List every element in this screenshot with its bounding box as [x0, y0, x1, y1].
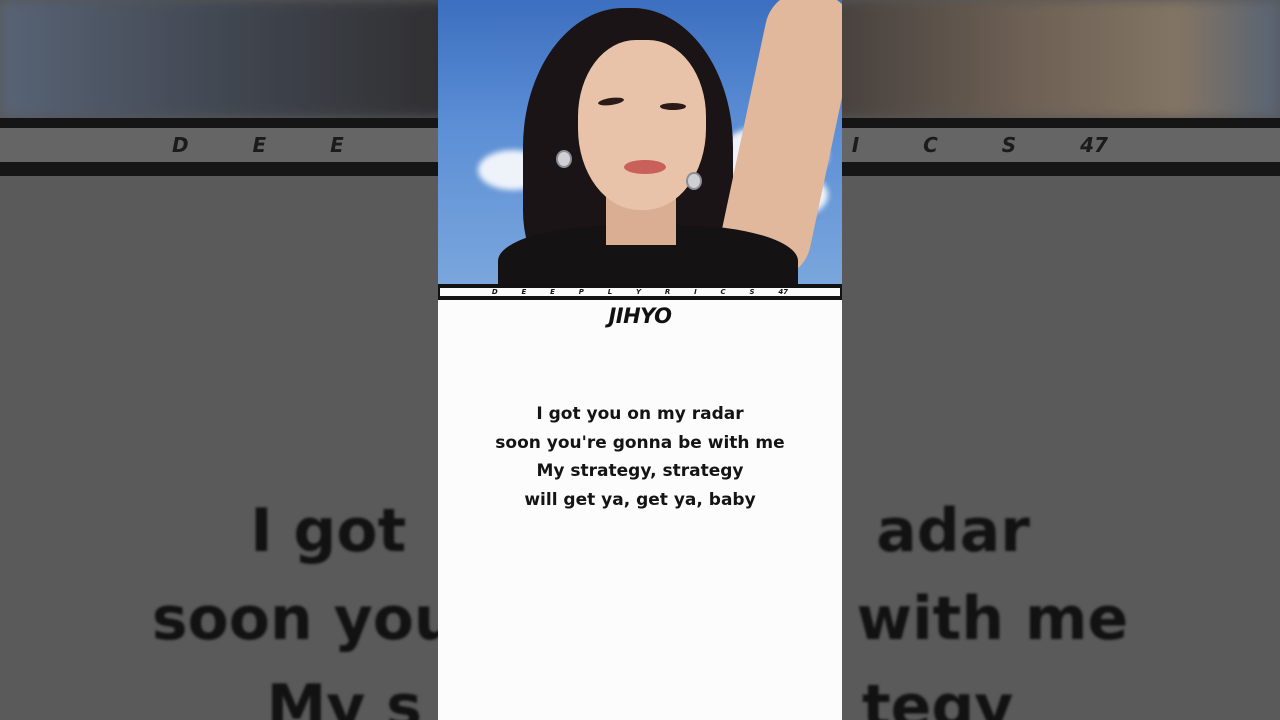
band-letter: 47 [778, 288, 789, 296]
singer-name: JIHYO [608, 304, 672, 328]
band-letter: P [578, 288, 584, 296]
singer-photo [438, 0, 842, 284]
channel-band-text: D E E P L Y R I C S 47 [440, 288, 840, 296]
lyric-line: My strategy, strategy [536, 461, 744, 481]
band-letter: Y [635, 288, 642, 296]
band-letter: C [720, 288, 726, 296]
band-letter: I [694, 288, 697, 296]
lyrics-block: I got you on my radar soon you're gonna … [438, 400, 842, 514]
band-letter: D [491, 288, 498, 296]
lyric-line: I got you on my radar [536, 404, 744, 424]
band-letter: E [521, 288, 527, 296]
band-letter: E [550, 288, 555, 296]
lyric-line: will get ya, get ya, baby [524, 489, 756, 510]
band-letter: R [664, 288, 671, 296]
video-frame[interactable]: D E E P L Y R I C S 47 JIHYO I got you o… [438, 0, 842, 720]
lyric-line: soon you're gonna be with me [495, 432, 785, 453]
band-letter: L [607, 288, 613, 296]
band-letter: S [749, 288, 755, 296]
